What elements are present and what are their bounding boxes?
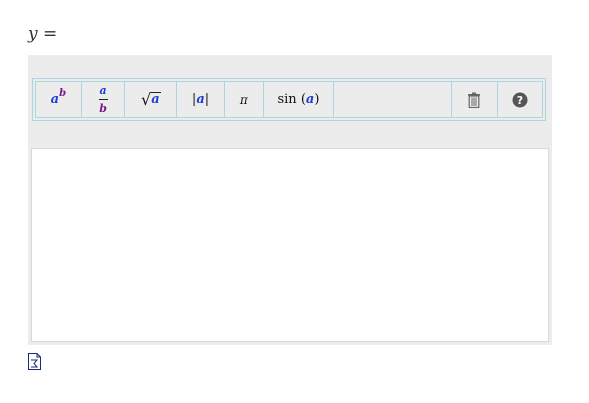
fraction-template-icon: a b	[98, 84, 108, 115]
sin-fn-name: sin	[277, 92, 297, 107]
fraction-button[interactable]: a b	[82, 82, 126, 117]
question-circle-icon: ?	[512, 92, 528, 107]
sine-function-icon: sin (a)	[277, 92, 319, 107]
help-glyph: ?	[517, 94, 523, 107]
square-root-icon: √ a	[141, 91, 161, 108]
math-toolbar-inner: ab a b √ a |a| π sin (a) ?	[35, 81, 543, 118]
power-template-icon: ab	[50, 88, 66, 107]
document-formula-icon[interactable]	[28, 353, 41, 370]
abs-button[interactable]: |a|	[177, 82, 225, 117]
fraction-denominator: b	[99, 102, 107, 115]
trash-icon	[468, 92, 481, 108]
sin-button[interactable]: sin (a)	[264, 82, 335, 117]
fraction-bar	[98, 99, 108, 100]
abs-variable: a	[196, 92, 205, 107]
equation-prompt-label: y =	[28, 24, 58, 44]
pi-icon: π	[239, 92, 248, 107]
abs-right-bar: |	[204, 92, 210, 107]
math-editor-panel: ab a b √ a |a| π sin (a) ?	[28, 55, 552, 345]
fraction-numerator: a	[99, 84, 107, 97]
sqrt-button[interactable]: √ a	[125, 82, 178, 117]
pi-button[interactable]: π	[225, 82, 264, 117]
sin-close-paren: )	[314, 92, 320, 107]
absolute-value-icon: |a|	[192, 92, 209, 107]
power-exponent: b	[59, 88, 67, 99]
clear-button[interactable]	[452, 82, 499, 117]
power-button[interactable]: ab	[36, 82, 82, 117]
answer-input[interactable]	[31, 148, 549, 342]
power-base: a	[50, 92, 60, 107]
math-toolbar: ab a b √ a |a| π sin (a) ?	[32, 78, 546, 121]
help-button[interactable]: ?	[498, 82, 542, 117]
toolbar-spacer	[334, 82, 452, 117]
sqrt-radicand: a	[150, 92, 161, 108]
